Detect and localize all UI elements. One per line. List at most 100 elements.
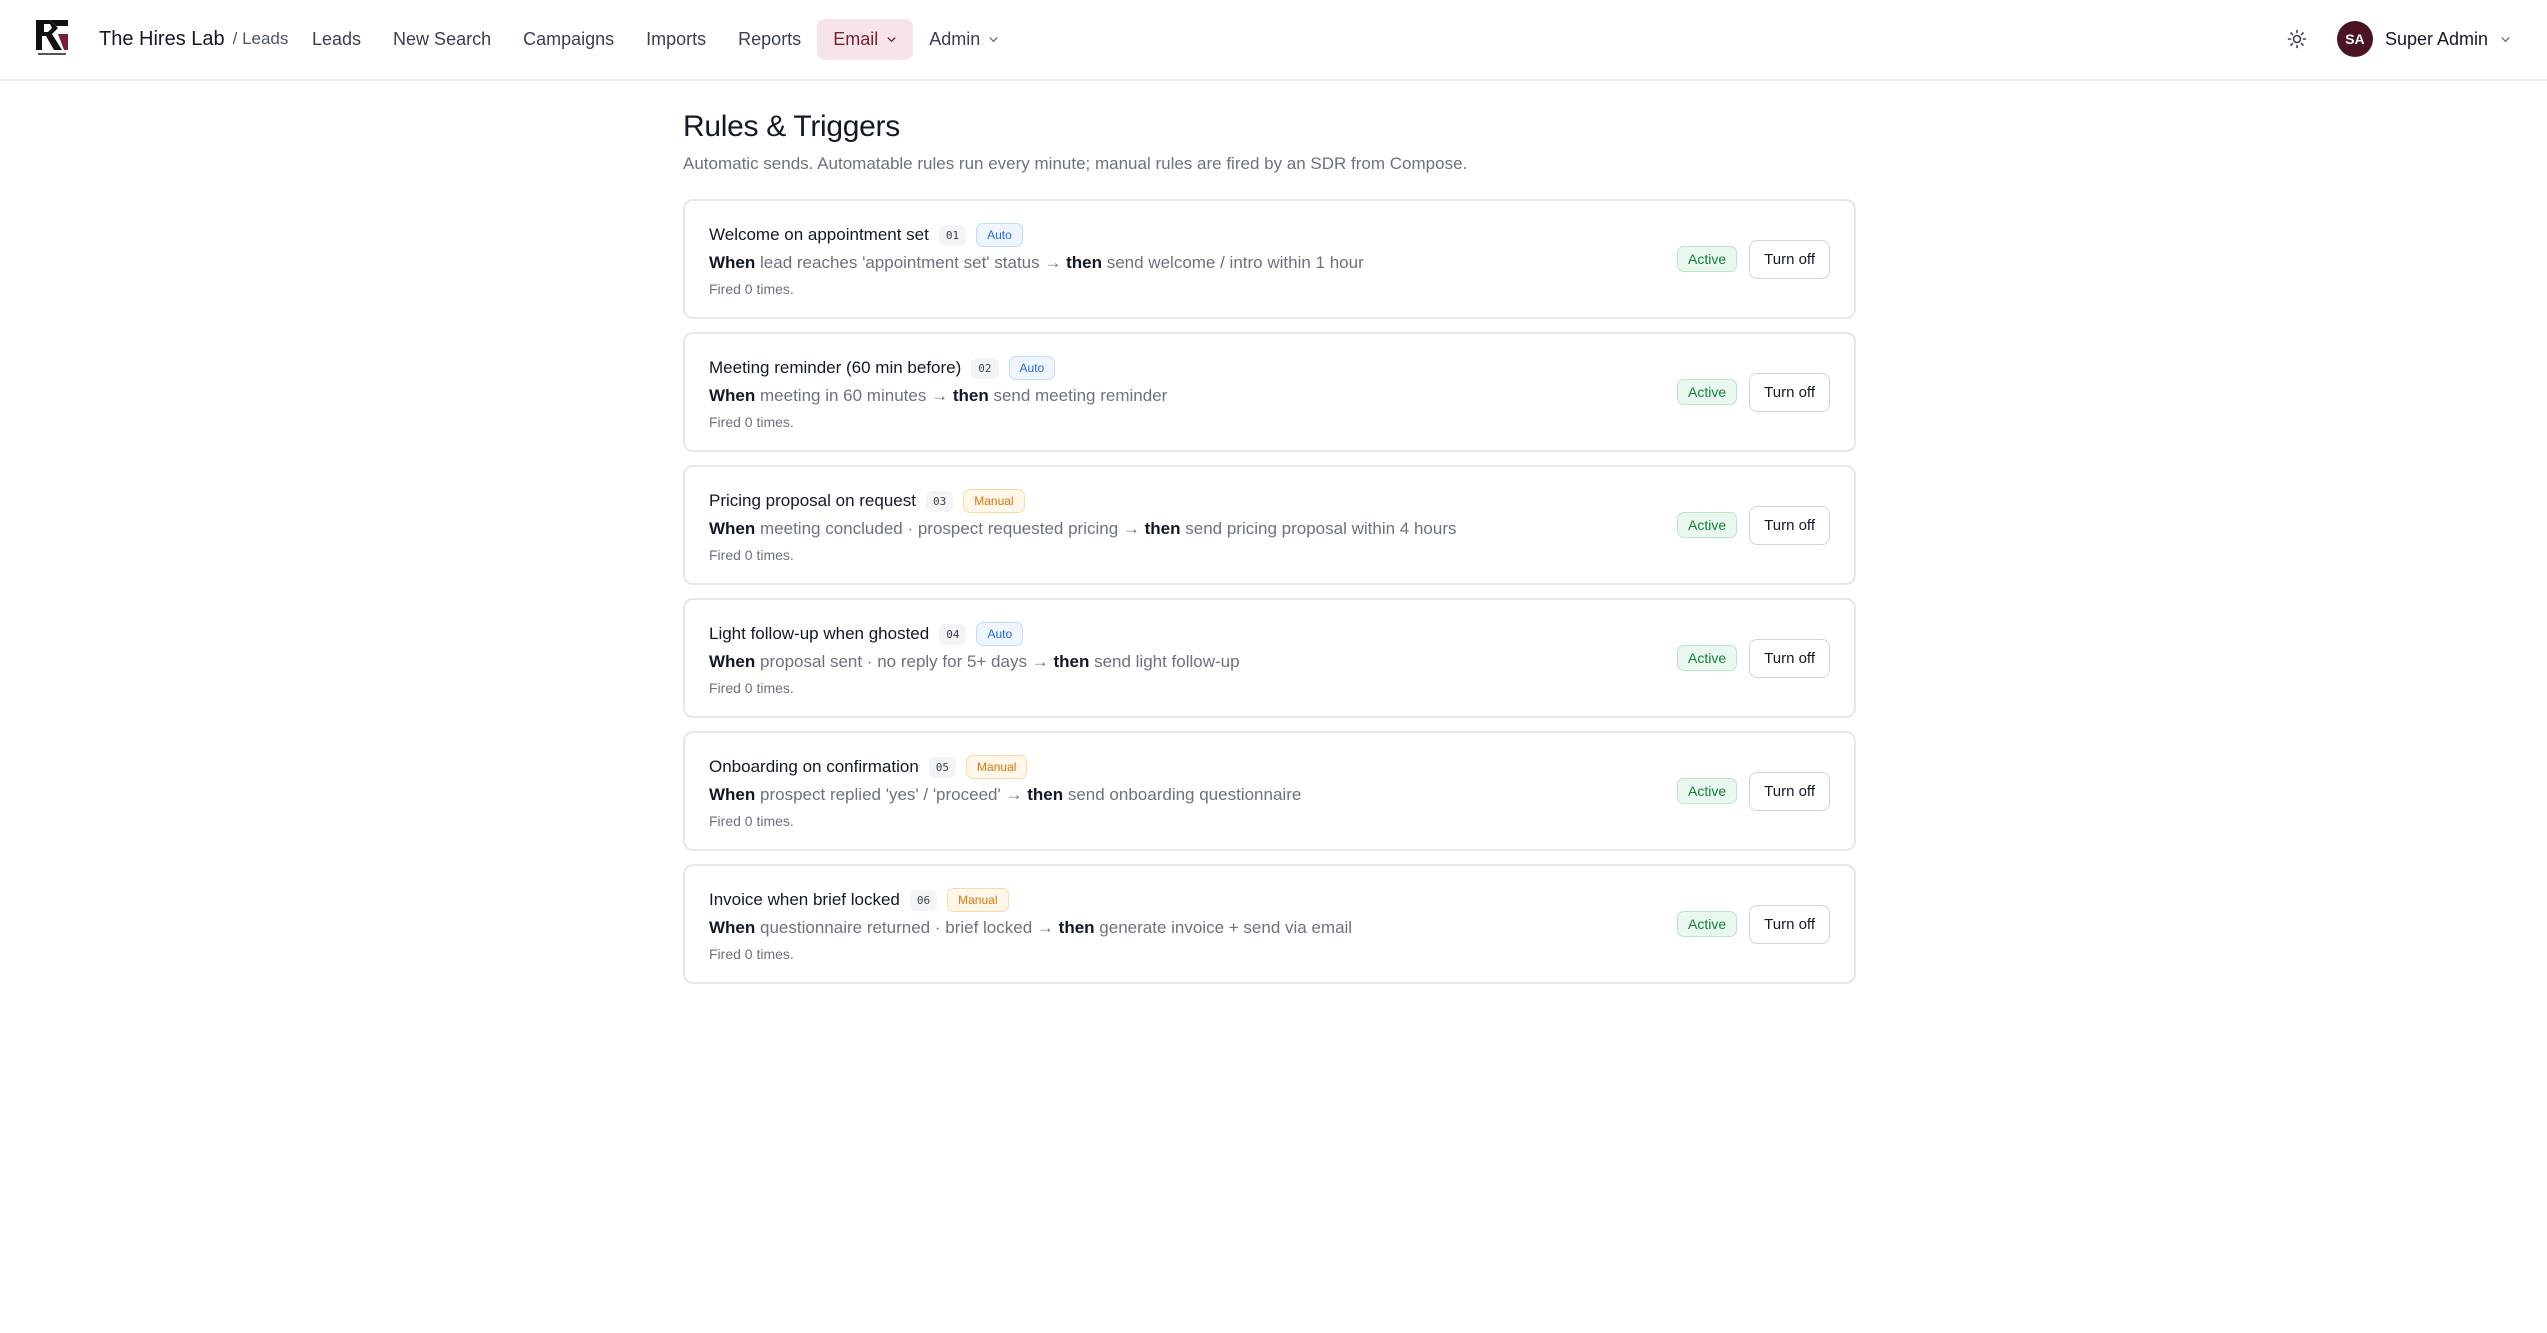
chevron-down-icon <box>989 36 998 42</box>
rule-fired-count: Fired 0 times. <box>709 281 794 297</box>
rule-action: send light follow-up <box>1094 652 1240 671</box>
nav-reports-label: Reports <box>738 28 802 49</box>
user-name: Super Admin <box>2384 28 2488 49</box>
rule-action: generate invoice + send via email <box>1099 918 1353 937</box>
sun-icon <box>2287 29 2307 49</box>
rule-header: Onboarding on confirmation 05 Manual <box>709 753 1830 781</box>
arrow-icon: → <box>1044 253 1062 272</box>
when-keyword: When <box>709 785 756 804</box>
arrow-icon: → <box>1005 785 1023 804</box>
rule-title: Pricing proposal on request <box>709 491 916 510</box>
rule-condition: When questionnaire returned · brief lock… <box>709 918 1830 938</box>
nav-imports-label: Imports <box>646 28 707 49</box>
user-menu[interactable]: SA Super Admin <box>2336 21 2511 57</box>
turn-off-button[interactable]: Turn off <box>1749 638 1830 678</box>
rules-list: Welcome on appointment set 01 Auto When … <box>683 199 1856 984</box>
arrow-icon: → <box>931 386 949 405</box>
page-subtitle: Automatic sends. Automatable rules run e… <box>683 154 1468 173</box>
rule-actions: Active Turn off <box>1677 600 1830 716</box>
avatar: SA <box>2336 21 2373 57</box>
rule-title: Invoice when brief locked <box>709 890 900 909</box>
rule-mode-badge: Auto <box>1008 356 1056 380</box>
status-badge: Active <box>1677 512 1738 538</box>
rule-mode-badge: Manual <box>947 888 1009 912</box>
rule-condition: When proposal sent · no reply for 5+ day… <box>709 652 1830 672</box>
turn-off-button[interactable]: Turn off <box>1749 904 1830 944</box>
turn-off-button[interactable]: Turn off <box>1749 505 1830 545</box>
then-keyword: then <box>1058 918 1095 937</box>
turn-off-button[interactable]: Turn off <box>1749 239 1830 279</box>
status-badge: Active <box>1677 778 1738 804</box>
rule-actions: Active Turn off <box>1677 201 1830 317</box>
main-nav: Leads New Search Campaigns Imports Repor… <box>296 0 1015 78</box>
rule-trigger: prospect replied 'yes' / 'proceed' <box>760 785 1001 804</box>
status-badge: Active <box>1677 911 1738 937</box>
nav-imports[interactable]: Imports <box>630 19 722 60</box>
rule-trigger: questionnaire returned · brief locked <box>760 918 1033 937</box>
rule-actions: Active Turn off <box>1677 733 1830 849</box>
rule-fired-count: Fired 0 times. <box>709 414 794 430</box>
rule-mode-badge: Auto <box>976 622 1024 646</box>
then-keyword: then <box>1027 785 1064 804</box>
nav-campaigns[interactable]: Campaigns <box>507 19 630 60</box>
rule-card: Invoice when brief locked 06 Manual When… <box>683 864 1856 984</box>
turn-off-button[interactable]: Turn off <box>1749 372 1830 412</box>
rule-trigger: lead reaches 'appointment set' status <box>760 253 1040 272</box>
rule-fired-count: Fired 0 times. <box>709 680 794 696</box>
nav-leads-label: Leads <box>312 28 362 49</box>
rule-fired-count: Fired 0 times. <box>709 946 794 962</box>
rule-mode-badge: Manual <box>966 755 1028 779</box>
rule-card: Pricing proposal on request 03 Manual Wh… <box>683 465 1856 585</box>
status-badge: Active <box>1677 379 1738 405</box>
rule-title: Onboarding on confirmation <box>709 757 919 776</box>
rule-number-badge: 01 <box>938 224 967 246</box>
main-content: Rules & Triggers Automatic sends. Automa… <box>683 110 1856 984</box>
rule-card: Meeting reminder (60 min before) 02 Auto… <box>683 332 1856 452</box>
nav-admin[interactable]: Admin <box>913 19 1015 60</box>
rule-header: Invoice when brief locked 06 Manual <box>709 886 1830 914</box>
rule-mode-badge: Manual <box>963 489 1025 513</box>
nav-reports[interactable]: Reports <box>722 19 817 60</box>
rule-title: Light follow-up when ghosted <box>709 624 930 643</box>
arrow-icon: → <box>1122 519 1140 538</box>
rule-header: Welcome on appointment set 01 Auto <box>709 221 1830 249</box>
rule-condition: When meeting in 60 minutes → then send m… <box>709 386 1830 406</box>
rule-actions: Active Turn off <box>1677 334 1830 450</box>
status-badge: Active <box>1677 645 1738 671</box>
when-keyword: When <box>709 519 756 538</box>
rule-action: send pricing proposal within 4 hours <box>1185 519 1457 538</box>
rule-title: Welcome on appointment set <box>709 225 929 244</box>
rule-mode-badge: Auto <box>976 223 1023 247</box>
nav-email[interactable]: Email <box>817 18 914 60</box>
rule-card: Welcome on appointment set 01 Auto When … <box>683 199 1856 319</box>
rule-condition: When prospect replied 'yes' / 'proceed' … <box>709 785 1830 805</box>
then-keyword: then <box>1144 519 1181 538</box>
rule-fired-count: Fired 0 times. <box>709 547 794 563</box>
then-keyword: then <box>1066 253 1102 272</box>
brand[interactable]: The Hires Lab / Leads <box>99 0 288 78</box>
nav-new-search-label: New Search <box>393 28 492 49</box>
rule-number-badge: 06 <box>909 889 938 911</box>
rule-condition: When meeting concluded · prospect reques… <box>709 519 1830 539</box>
rule-number-badge: 04 <box>939 623 967 645</box>
rule-number-badge: 02 <box>971 357 999 379</box>
rule-trigger: meeting in 60 minutes <box>760 386 927 405</box>
brand-logo-icon[interactable] <box>32 16 72 58</box>
turn-off-button[interactable]: Turn off <box>1749 771 1830 811</box>
when-keyword: When <box>709 253 756 272</box>
rule-header: Meeting reminder (60 min before) 02 Auto <box>709 354 1830 382</box>
rule-header: Pricing proposal on request 03 Manual <box>709 487 1830 515</box>
chevron-down-icon <box>2501 36 2510 42</box>
theme-toggle-button[interactable] <box>2277 19 2317 59</box>
status-badge: Active <box>1677 246 1738 272</box>
arrow-icon: → <box>1031 652 1049 671</box>
rule-card: Onboarding on confirmation 05 Manual Whe… <box>683 731 1856 851</box>
rule-action: send meeting reminder <box>993 386 1168 405</box>
arrow-icon: → <box>1036 918 1054 937</box>
chevron-down-icon <box>887 36 896 42</box>
rule-title: Meeting reminder (60 min before) <box>709 358 962 377</box>
nav-new-search[interactable]: New Search <box>377 19 507 60</box>
then-keyword: then <box>1053 652 1090 671</box>
nav-leads[interactable]: Leads <box>296 19 377 60</box>
when-keyword: When <box>709 652 756 671</box>
